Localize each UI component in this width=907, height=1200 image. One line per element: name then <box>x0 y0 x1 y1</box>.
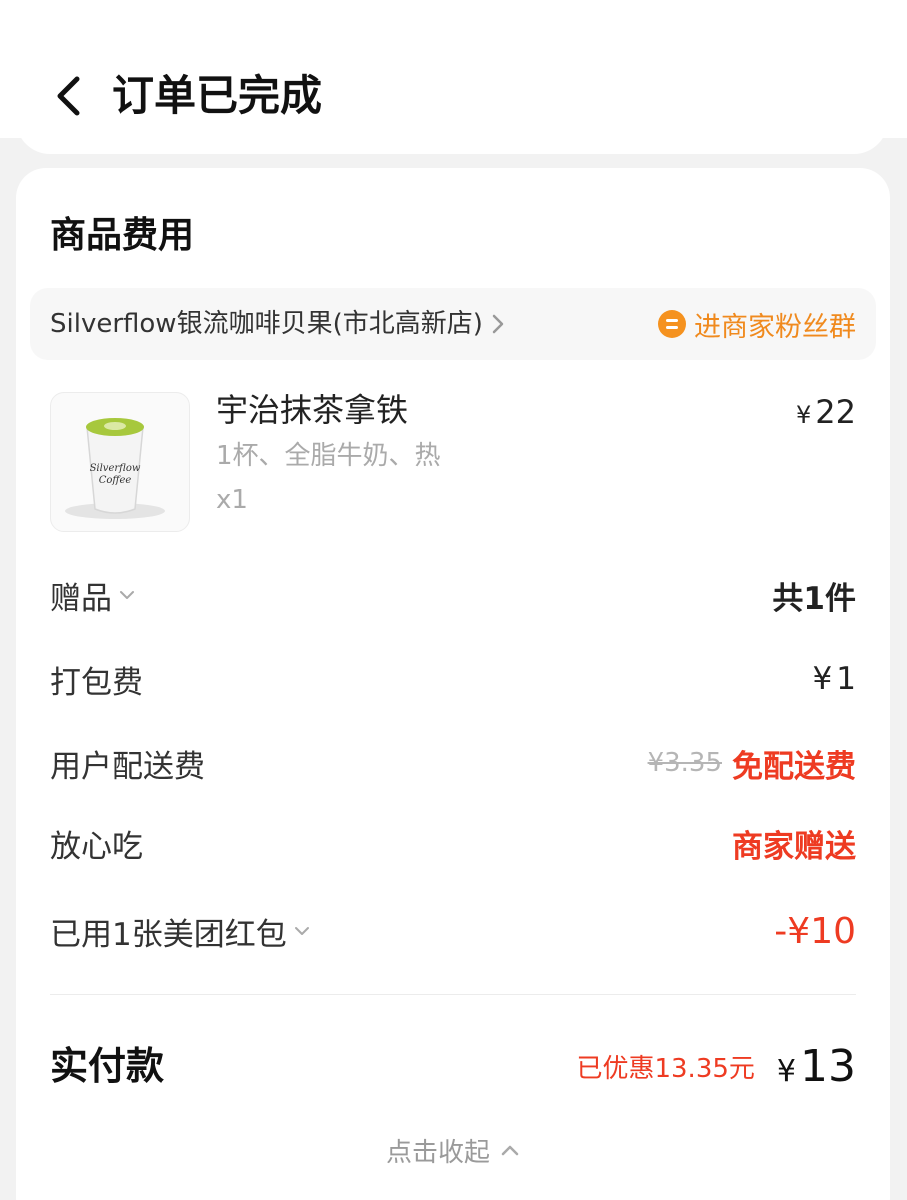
gift-value: 共1件 <box>772 580 856 617</box>
fan-group-label: 进商家粉丝群 <box>694 311 856 343</box>
collapse-label: 点击收起 <box>385 1137 490 1168</box>
delivery-fee-label: 用户配送费 <box>50 748 205 785</box>
gift-label: 赠品 <box>50 580 112 617</box>
chevron-up-icon <box>501 1145 519 1156</box>
currency-symbol: ¥ <box>812 661 833 697</box>
fan-group-button[interactable]: 进商家粉丝群 <box>658 288 856 360</box>
currency-symbol: ¥ <box>796 401 812 429</box>
chat-group-icon <box>658 310 686 338</box>
discount-text: 已优惠13.35元 <box>576 1053 755 1084</box>
shop-link[interactable]: Silverflow银流咖啡贝果(市北高新店) <box>50 288 505 360</box>
header-bar: 订单已完成 <box>0 0 907 138</box>
paid-amount-value: 13 <box>800 1040 856 1092</box>
divider <box>50 994 856 995</box>
chevron-down-icon <box>120 591 134 599</box>
product-name: 宇治抹茶拿铁 <box>216 391 409 429</box>
chevron-down-icon <box>294 927 309 935</box>
coupon-value: -¥10 <box>774 910 856 952</box>
delivery-free-badge: 免配送费 <box>732 748 856 785</box>
chevron-left-icon <box>57 76 80 116</box>
shop-name: Silverflow银流咖啡贝果(市北高新店) <box>50 309 483 339</box>
packing-fee-amount: 1 <box>836 661 856 697</box>
product-price-value: 22 <box>815 393 856 431</box>
delivery-fee-row: 用户配送费 ¥3.35 免配送费 <box>50 738 856 788</box>
product-spec: 1杯、全脂牛奶、热 <box>216 441 441 471</box>
currency-symbol: ¥ <box>776 1053 796 1089</box>
coupon-label: 已用1张美团红包 <box>50 916 287 953</box>
product-quantity: x1 <box>216 485 248 515</box>
packing-fee-value: ¥1 <box>813 661 856 697</box>
status-card-bottom <box>16 120 888 154</box>
gift-row: 赠品 共1件 <box>50 570 856 620</box>
gift-toggle[interactable]: 赠品 <box>50 573 136 618</box>
paid-summary: 已优惠13.35元 ¥13 <box>576 1036 856 1096</box>
collapse-button[interactable]: 点击收起 <box>16 1128 890 1172</box>
fee-card: 商品费用 Silverflow银流咖啡贝果(市北高新店) 进商家粉丝群 Silv… <box>16 168 890 1200</box>
svg-text:Silverflow: Silverflow <box>90 463 141 474</box>
paid-amount: ¥13 <box>777 1041 856 1092</box>
coupon-toggle[interactable]: 已用1张美团红包 <box>50 909 311 954</box>
coupon-row: 已用1张美团红包 -¥10 <box>50 906 856 956</box>
svg-text:Coffee: Coffee <box>99 475 132 486</box>
product-image[interactable]: Silverflow Coffee <box>50 392 190 532</box>
assurance-label: 放心吃 <box>50 828 143 865</box>
shop-bar: Silverflow银流咖啡贝果(市北高新店) 进商家粉丝群 <box>30 288 876 360</box>
order-detail-page: 订单已完成 商品费用 Silverflow银流咖啡贝果(市北高新店) 进商家粉丝… <box>0 0 907 1200</box>
product-price: ¥22 <box>796 390 856 434</box>
chevron-right-icon <box>492 314 504 334</box>
section-title: 商品费用 <box>50 215 195 256</box>
assurance-row: 放心吃 商家赠送 <box>50 818 856 868</box>
paid-label: 实付款 <box>50 1044 165 1088</box>
packing-fee-label: 打包费 <box>50 664 143 701</box>
assurance-value: 商家赠送 <box>732 828 856 865</box>
page-title: 订单已完成 <box>112 71 323 120</box>
delivery-original-price: ¥3.35 <box>647 748 722 778</box>
packing-fee-row: 打包费 ¥1 <box>50 654 856 704</box>
latte-cup-image: Silverflow Coffee <box>65 418 165 519</box>
delivery-fee-value: ¥3.35 免配送费 <box>648 741 856 786</box>
back-button[interactable] <box>44 68 92 124</box>
